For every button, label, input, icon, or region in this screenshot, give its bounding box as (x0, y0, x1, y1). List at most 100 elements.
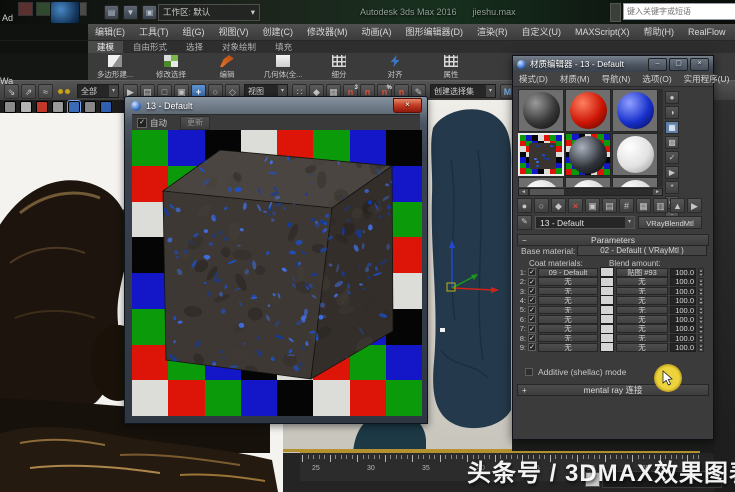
scrollbar-thumb[interactable] (530, 189, 564, 195)
blend-amount-value[interactable]: 100.0 (670, 305, 696, 315)
render-window-titlebar[interactable]: 13 - Default × (125, 97, 427, 114)
coat-material-button[interactable]: 无 (538, 333, 598, 343)
spinner-down-icon[interactable]: ▾ (698, 328, 704, 333)
material-tool-icon[interactable]: ▦ (636, 198, 651, 213)
toggle-dots[interactable] (58, 88, 70, 94)
bind-spacewarp-icon[interactable]: ≈ (38, 83, 53, 99)
workspace-dropdown[interactable]: 工作区: 默认 ▾ (158, 4, 260, 21)
spinner-down-icon[interactable]: ▾ (698, 309, 704, 314)
spinner-down-icon[interactable]: ▾ (698, 300, 704, 305)
photo-tool-icon[interactable] (67, 99, 81, 114)
spinner-arrows[interactable]: ▴ ▾ (698, 343, 704, 352)
material-slot[interactable] (565, 177, 611, 187)
auto-update-checkbox[interactable]: ✓ (137, 117, 147, 128)
material-tool-icon[interactable]: # (619, 198, 634, 213)
material-tool-icon[interactable]: × (568, 198, 583, 213)
ribbon-button[interactable]: 属性 (426, 53, 476, 80)
blend-amount-value[interactable]: 100.0 (670, 296, 696, 305)
coat-checkbox[interactable]: ✓ (528, 343, 536, 352)
unlink-selection-icon[interactable]: ⇗ (21, 83, 36, 99)
sample-slot-tool-icon[interactable]: ▶ (665, 166, 679, 179)
cloth-object[interactable] (431, 109, 512, 429)
sample-slot-tool-icon[interactable]: ✓ (665, 151, 679, 164)
coat-checkbox[interactable]: ✓ (528, 287, 536, 296)
menu-item[interactable]: RealFlow (681, 24, 733, 40)
coat-checkbox[interactable]: ✓ (528, 277, 536, 286)
menu-item[interactable]: 动画(A) (355, 24, 399, 40)
coat-checkbox[interactable]: ✓ (528, 268, 536, 277)
base-material-button[interactable]: 02 - Default ( VRayMtl ) (577, 245, 707, 256)
pick-material-icon[interactable]: ✎ (517, 215, 532, 230)
mental-ray-rollout[interactable]: + mental ray 连接 (517, 384, 709, 396)
material-slot[interactable] (518, 133, 564, 176)
blend-map-button[interactable]: 无 (616, 333, 668, 343)
coat-checkbox[interactable]: ✓ (528, 334, 536, 343)
ribbon-tab[interactable]: 对象绘制 (213, 41, 265, 53)
material-slot[interactable] (612, 133, 658, 176)
blend-map-button[interactable]: 贴图 #93 (616, 268, 668, 277)
spinner-arrows[interactable]: ▴ ▾ (698, 324, 704, 333)
update-button[interactable]: 更新 (180, 115, 211, 130)
coat-checkbox[interactable]: ✓ (528, 315, 536, 324)
spinner-down-icon[interactable]: ▾ (698, 291, 704, 296)
scroll-left-icon[interactable]: ◄ (519, 189, 528, 195)
sample-slot-tool-icon[interactable]: * (665, 181, 679, 194)
material-slot[interactable] (612, 89, 658, 132)
close-icon[interactable]: × (690, 57, 709, 71)
coat-material-button[interactable]: 无 (538, 277, 598, 286)
sample-slot-tool-icon[interactable]: ▩ (665, 136, 679, 149)
sample-slot-tool-icon[interactable]: ▦ (665, 121, 679, 134)
maximize-icon[interactable]: ▢ (669, 57, 688, 71)
blend-map-button[interactable]: 无 (616, 277, 668, 286)
blend-map-button[interactable]: 无 (616, 305, 668, 315)
material-tool-icon[interactable]: ● (517, 198, 532, 213)
close-icon[interactable]: × (393, 98, 422, 113)
sample-slot-tool-icon[interactable]: ● (665, 91, 679, 104)
spinner-down-icon[interactable]: ▾ (698, 272, 704, 277)
ribbon-button[interactable]: 修改选择 (146, 53, 196, 80)
coat-material-button[interactable]: 无 (538, 315, 598, 324)
photo-tool-icon[interactable] (20, 100, 32, 113)
menu-item[interactable]: 编辑(E) (88, 24, 132, 40)
menu-item[interactable]: 组(G) (176, 24, 212, 40)
menu-item[interactable]: MAXScript(X) (568, 24, 637, 40)
material-editor-menu-item[interactable]: 模式(D) (513, 72, 554, 86)
save-file-icon[interactable]: ▣ (142, 5, 157, 20)
material-slot[interactable] (565, 89, 611, 132)
spinner-down-icon[interactable]: ▾ (698, 319, 704, 324)
ribbon-button[interactable]: 细分 (314, 53, 364, 80)
menu-item[interactable]: 修改器(M) (300, 24, 355, 40)
coat-material-button[interactable]: 无 (538, 286, 598, 296)
coat-checkbox[interactable]: ✓ (528, 324, 536, 333)
coat-material-button[interactable]: 无 (538, 296, 598, 305)
new-file-icon[interactable]: ▤ (104, 5, 119, 20)
menu-item[interactable]: 图形编辑器(D) (399, 24, 471, 40)
material-editor-menu-item[interactable]: 导航(N) (596, 72, 637, 86)
material-editor-titlebar[interactable]: 材质编辑器 - 13 - Default – ▢ × (513, 56, 713, 72)
slots-scrollbar[interactable]: ◄ ► (518, 188, 663, 196)
blend-map-button[interactable]: 无 (616, 315, 668, 324)
material-name-dropdown[interactable]: 13 - Default ▾ (535, 216, 635, 229)
photo-tool-icon[interactable] (84, 100, 96, 113)
search-options-button[interactable] (610, 3, 621, 22)
open-file-icon[interactable]: ▼ (123, 5, 138, 20)
material-editor-menu-item[interactable]: 选项(O) (636, 72, 677, 86)
ribbon-button[interactable]: 几何体(全... (258, 53, 308, 80)
coat-color-swatch[interactable] (600, 342, 614, 353)
blend-amount-value[interactable]: 100.0 (670, 286, 696, 296)
spinner-arrows[interactable]: ▴ ▾ (698, 315, 704, 324)
ribbon-button[interactable]: 对齐 (370, 53, 420, 80)
ribbon-tab[interactable]: 选择 (177, 41, 212, 53)
scroll-right-icon[interactable]: ► (653, 189, 662, 195)
photo-tool-icon[interactable] (100, 100, 112, 113)
menu-item[interactable]: 渲染(R) (470, 24, 515, 40)
coat-material-button[interactable]: 无 (538, 324, 598, 333)
ribbon-tab[interactable]: 填充 (266, 41, 301, 53)
search-input[interactable] (623, 3, 735, 20)
menu-item[interactable]: 自定义(U) (515, 24, 569, 40)
material-slot[interactable] (565, 133, 611, 176)
coat-checkbox[interactable]: ✓ (528, 296, 536, 305)
blend-map-button[interactable]: 无 (616, 324, 668, 333)
photo-tool-icon[interactable] (36, 100, 48, 113)
coat-checkbox[interactable]: ✓ (528, 305, 536, 314)
